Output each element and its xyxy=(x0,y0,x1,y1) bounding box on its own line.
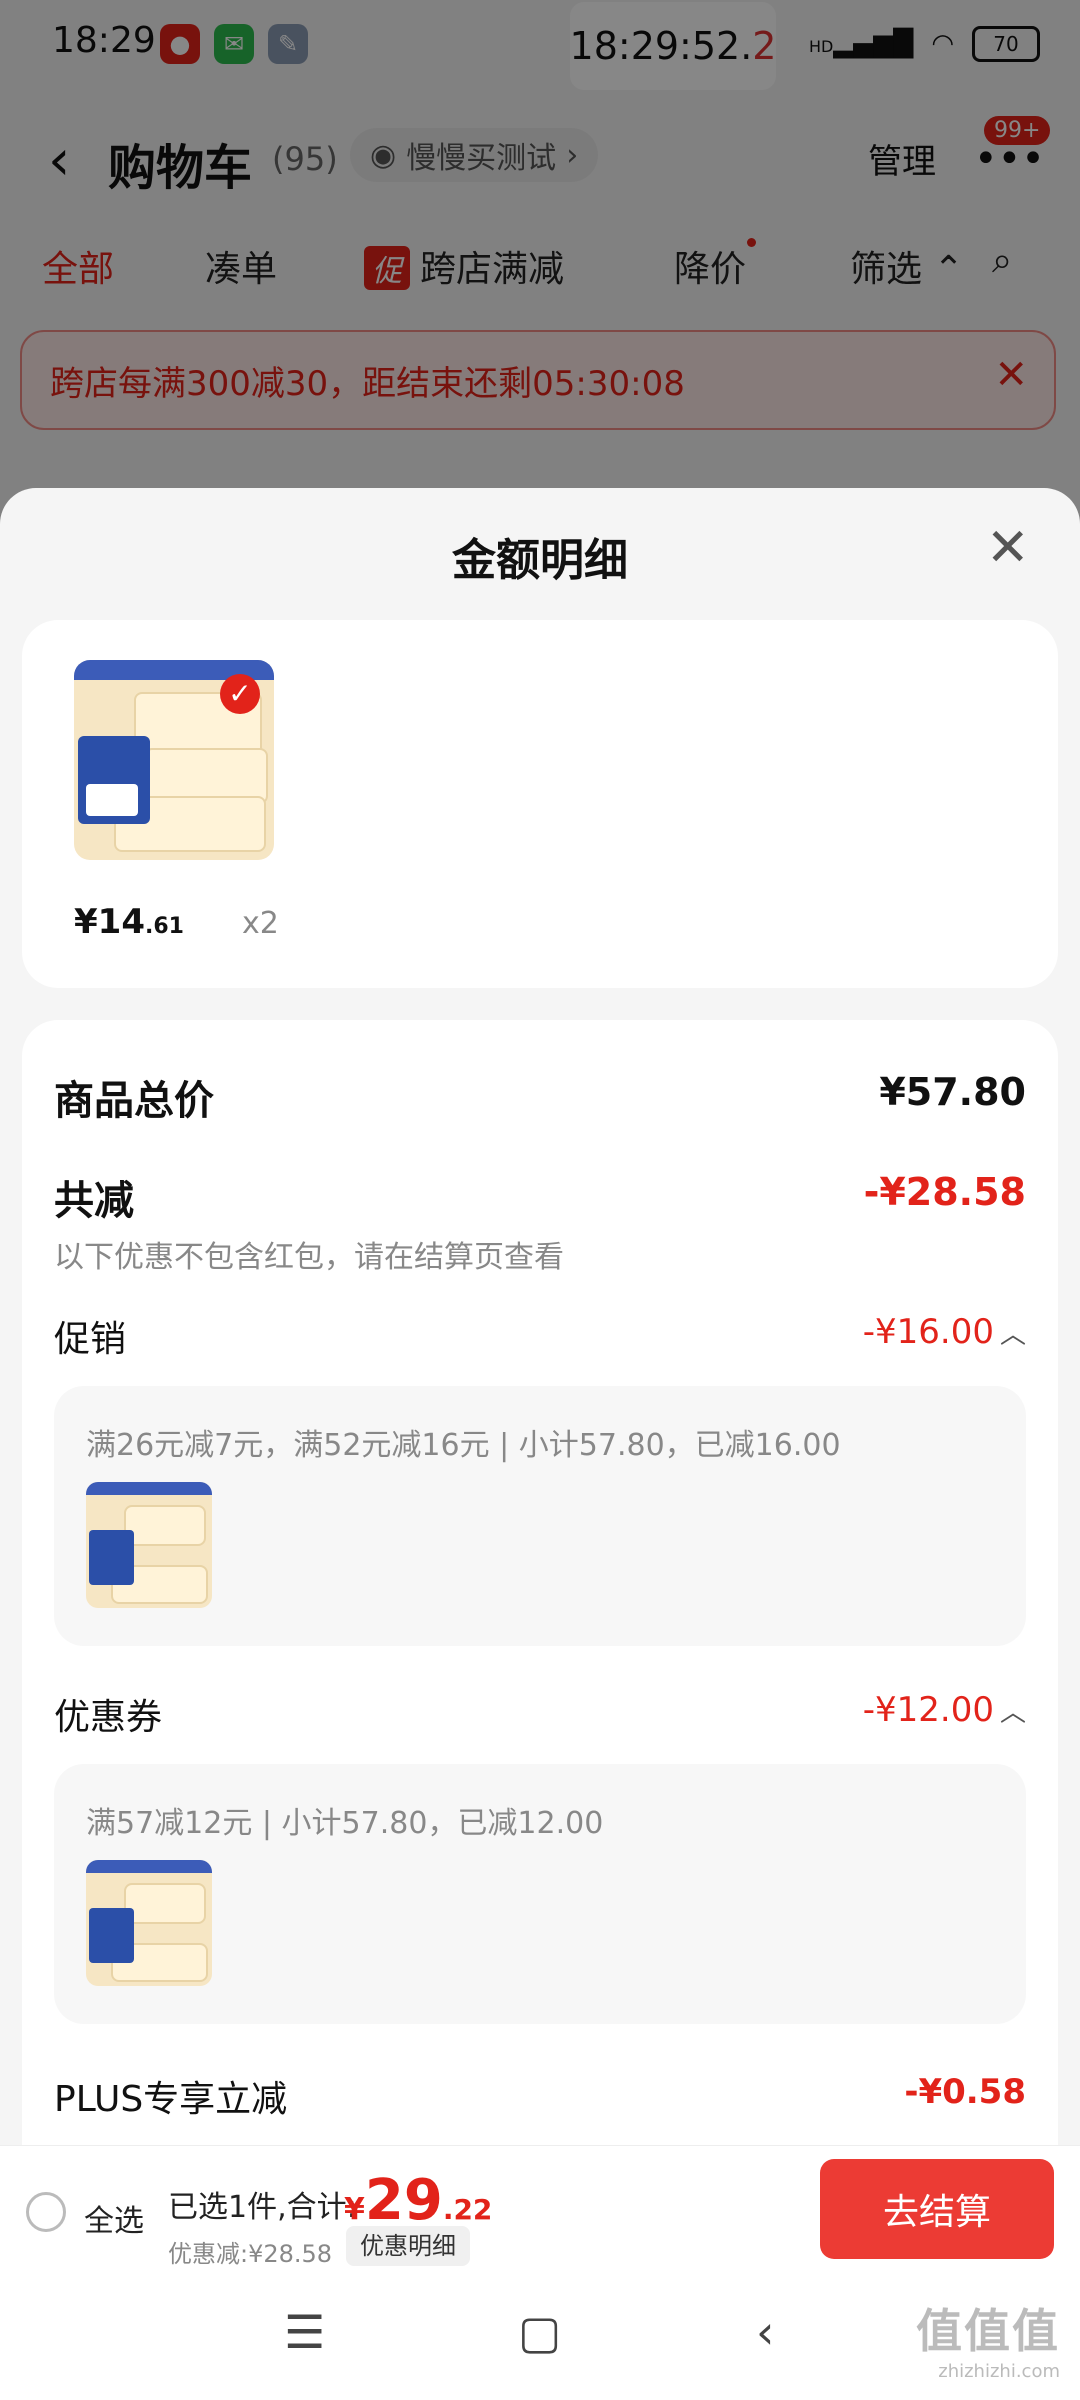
coupon-label: 优惠券 xyxy=(54,1697,163,1738)
reduce-value: -¥28.58 xyxy=(863,1170,1026,1214)
item-price-decimal: .61 xyxy=(144,914,184,939)
coupon-value: -¥12.00 xyxy=(862,1690,994,1730)
item-price-main: ¥14 xyxy=(74,902,145,942)
watermark-logo: 值值值 xyxy=(916,2304,1060,2358)
coupon-detail-box: 满57减12元 | 小计57.80，已减12.00 xyxy=(54,1764,1026,2024)
promo-detail-box: 满26元减7元，满52元减16元 | 小计57.80，已减16.00 xyxy=(54,1386,1026,1646)
checkout-button[interactable]: 去结算 xyxy=(820,2159,1054,2259)
discount-amount: 优惠减:¥28.58 xyxy=(168,2240,333,2268)
home-icon[interactable]: ▢ xyxy=(518,2305,561,2359)
select-all-checkbox[interactable] xyxy=(26,2192,66,2232)
coupon-detail: 满57减12元 | 小计57.80，已减12.00 xyxy=(86,1806,604,1841)
plus-value: -¥0.58 xyxy=(904,2072,1026,2112)
product-image[interactable]: ✓ xyxy=(74,660,274,860)
reduce-note: 以下优惠不包含红包，请在结算页查看 xyxy=(54,1240,564,1275)
item-quantity: x2 xyxy=(242,906,279,941)
total-currency: ¥ xyxy=(344,2192,365,2227)
chevron-up-icon: ︿ xyxy=(999,1698,1026,1728)
coupon-value-row[interactable]: -¥12.00 ︿ xyxy=(863,1690,1026,1730)
watermark: 值值值 zhizhizhi.com xyxy=(916,2295,1060,2382)
product-thumbnail[interactable] xyxy=(86,1482,212,1608)
total-label: 商品总价 xyxy=(54,1078,214,1124)
product-thumbnail[interactable] xyxy=(86,1860,212,1986)
sheet-title: 金额明细 xyxy=(452,535,628,586)
select-all-label[interactable]: 全选 xyxy=(84,2196,144,2240)
checkout-bar: 全选 已选1件,合计: ¥29.22 优惠减:¥28.58 优惠明细 去结算 xyxy=(0,2145,1080,2276)
amount-detail-sheet: 金额明细 ✕ ✓ ¥14.61 x2 商品总价 ¥57.80 共减 -¥28.5… xyxy=(0,488,1080,2200)
total-dec: .22 xyxy=(442,2193,493,2226)
discount-detail-button[interactable]: 优惠明细 xyxy=(346,2226,470,2266)
close-icon[interactable]: ✕ xyxy=(986,518,1030,578)
plus-label: PLUS专享立减 xyxy=(54,2079,288,2120)
price-breakdown-card: 商品总价 ¥57.80 共减 -¥28.58 以下优惠不包含红包，请在结算页查看… xyxy=(22,1020,1058,2200)
watermark-url: zhizhizhi.com xyxy=(938,2361,1060,2382)
promo-detail: 满26元减7元，满52元减16元 | 小计57.80，已减16.00 xyxy=(86,1428,841,1463)
item-price: ¥14.61 xyxy=(74,902,184,942)
system-nav-bar: ☰ ▢ ‹ 值值值 zhizhizhi.com xyxy=(0,2275,1080,2400)
selection-summary: 已选1件,合计: xyxy=(168,2190,357,2225)
menu-icon[interactable]: ☰ xyxy=(284,2305,325,2359)
chevron-up-icon: ︿ xyxy=(999,1320,1026,1350)
selected-items-card: ✓ ¥14.61 x2 xyxy=(22,620,1058,988)
checked-icon: ✓ xyxy=(220,674,260,714)
total-int: 29 xyxy=(364,2168,443,2233)
promo-value-row[interactable]: -¥16.00 ︿ xyxy=(863,1312,1026,1352)
promo-label: 促销 xyxy=(54,1319,127,1360)
total-value: ¥57.80 xyxy=(879,1070,1026,1114)
total-amount: ¥29.22 xyxy=(344,2168,492,2233)
promo-value: -¥16.00 xyxy=(862,1312,994,1352)
reduce-label: 共减 xyxy=(54,1178,134,1224)
back-nav-icon[interactable]: ‹ xyxy=(756,2305,774,2359)
